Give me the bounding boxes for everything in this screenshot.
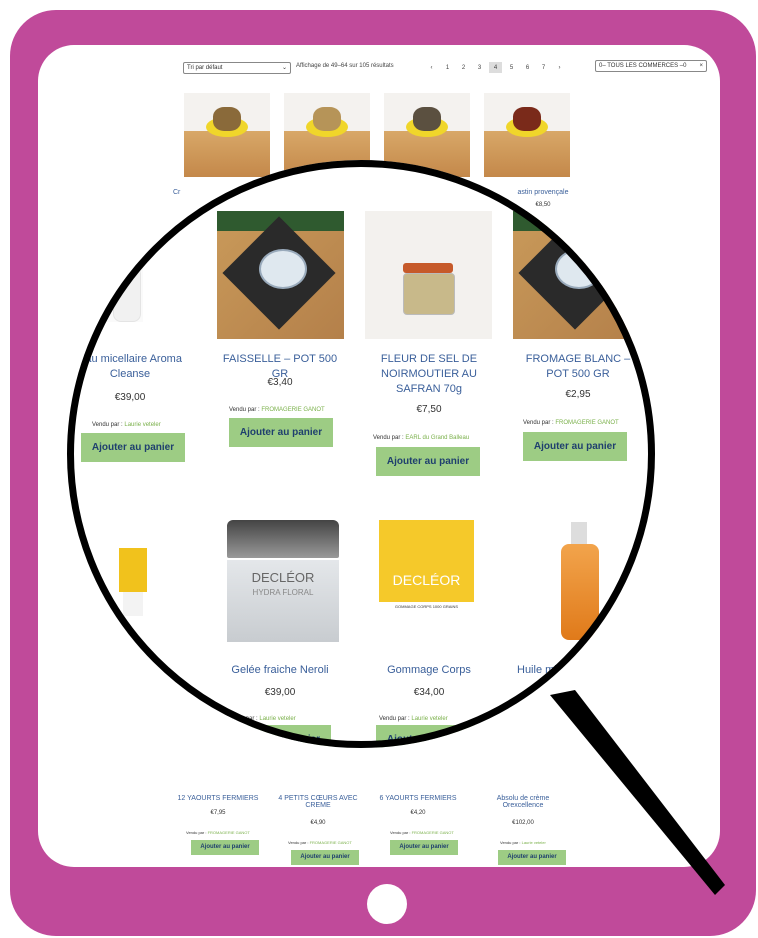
vendor-link[interactable]: FROMAGERIE GANOT — [412, 830, 454, 835]
vendor-line: Vendu par : FROMAGERIE GANOT — [186, 830, 250, 835]
add-to-cart-button[interactable]: Ajouter au panier — [191, 840, 259, 855]
pagination: ‹ 1 2 3 4 5 6 7 › — [425, 62, 566, 73]
product-price: €4,20 — [410, 810, 426, 816]
magnifier-handle — [550, 690, 725, 895]
product-name[interactable]: astin provençale — [498, 189, 588, 196]
vendor-line: Vendu par : FROMAGERIE GANOT — [288, 840, 352, 845]
add-to-cart-button[interactable]: Ajouter au panier — [390, 840, 458, 855]
sort-select-value: Tri par défaut — [187, 65, 223, 71]
product-name[interactable]: 4 PETITS CŒURS AVEC CREME — [273, 795, 363, 809]
page-link[interactable]: 1 — [441, 62, 454, 73]
page-link[interactable]: 2 — [457, 62, 470, 73]
vendor-line: Vendu par : FROMAGERIE GANOT — [390, 830, 454, 835]
store-filter-value: 0– TOUS LES COMMERCES –0 — [599, 63, 687, 69]
page-link[interactable]: 6 — [521, 62, 534, 73]
product-price: €4,90 — [310, 820, 326, 826]
chevron-down-icon: ⌄ — [281, 65, 287, 71]
clear-filter-icon[interactable]: × — [699, 62, 703, 70]
home-button[interactable] — [367, 884, 407, 924]
magnifier-ring — [67, 160, 655, 748]
store-filter-select[interactable]: 0– TOUS LES COMMERCES –0 × — [595, 60, 707, 72]
product-thumbnail[interactable] — [184, 93, 270, 177]
sort-select[interactable]: Tri par défaut ⌄ — [183, 62, 291, 74]
next-page-icon[interactable]: › — [553, 62, 566, 73]
product-name[interactable]: 6 YAOURTS FERMIERS — [373, 795, 463, 802]
results-count: Affichage de 49–64 sur 105 résultats — [296, 63, 394, 69]
page-link[interactable]: 7 — [537, 62, 550, 73]
product-thumbnail[interactable] — [484, 93, 570, 177]
vendor-link[interactable]: FROMAGERIE GANOT — [310, 840, 352, 845]
product-name[interactable]: Cr — [173, 189, 213, 196]
add-to-cart-button[interactable]: Ajouter au panier — [291, 850, 359, 865]
product-price: €7,95 — [210, 810, 226, 816]
page-link[interactable]: 5 — [505, 62, 518, 73]
prev-page-icon[interactable]: ‹ — [425, 62, 438, 73]
page-link-current[interactable]: 4 — [489, 62, 502, 73]
product-name[interactable]: 12 YAOURTS FERMIERS — [173, 795, 263, 802]
vendor-link[interactable]: FROMAGERIE GANOT — [208, 830, 250, 835]
page-link[interactable]: 3 — [473, 62, 486, 73]
